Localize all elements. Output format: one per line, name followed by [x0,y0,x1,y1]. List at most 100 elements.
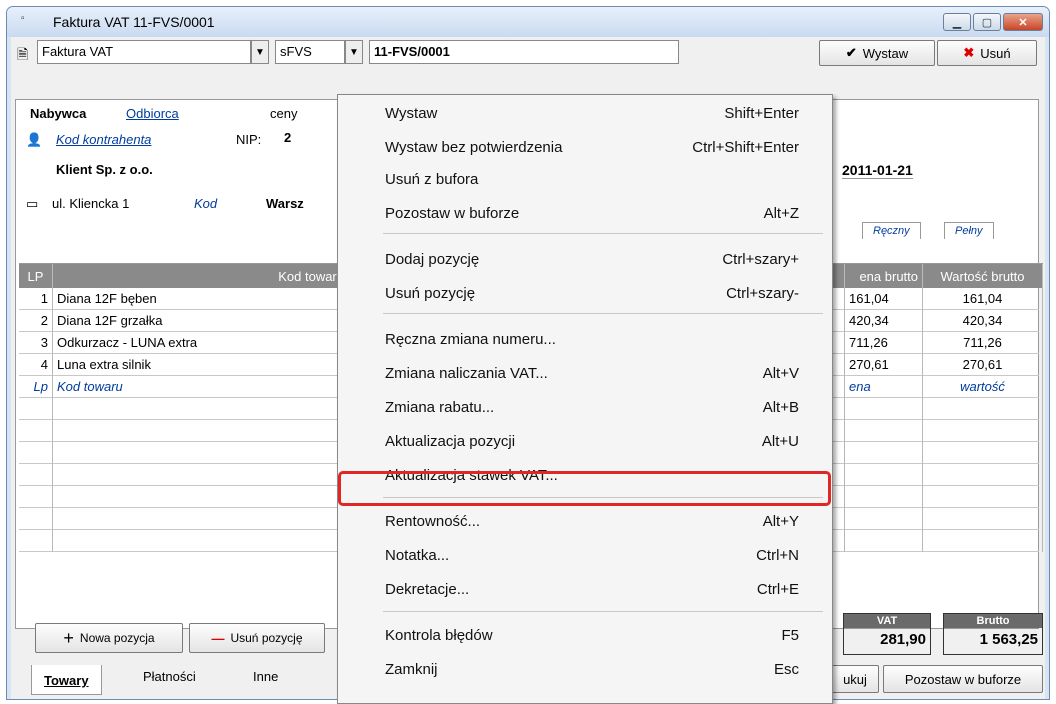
cell-value: 420,34 [923,310,1043,332]
col-header-value[interactable]: Wartość brutto [923,264,1043,288]
close-icon[interactable]: ✕ [1003,13,1043,31]
col-header-lp[interactable]: LP [19,264,53,288]
tab-buyer[interactable]: Nabywca [30,106,86,121]
series-select[interactable]: sFVS [275,40,345,64]
cell-code: Diana 12F bęben [53,288,353,310]
cell-price [845,442,923,464]
tab-payments[interactable]: Płatności [131,661,208,691]
menu-item[interactable]: Pozostaw w buforze Alt+Z [338,197,832,231]
cell-code [53,420,353,442]
menu-item[interactable]: Dekretacje... Ctrl+E [338,573,832,607]
cell-price [845,530,923,552]
menu-item-shortcut: Esc [773,661,799,678]
postcode-label: Kod [194,196,218,211]
cell-code: Diana 12F grzałka [53,310,353,332]
doc-type-select[interactable]: Faktura VAT [37,40,251,64]
menu-item-shortcut: Alt+Y [762,513,799,530]
city-field[interactable]: Warsz [266,196,304,211]
cell-value: 270,61 [923,354,1043,376]
cell-lp [19,442,53,464]
remove-item-button[interactable]: — Usuń pozycję [189,623,325,653]
minimize-icon[interactable]: ▁ [943,13,971,31]
menu-item[interactable]: Zmiana naliczania VAT... Alt+V [338,357,832,391]
cell-price [845,508,923,530]
keep-in-buffer-button[interactable]: Pozostaw w buforze [883,665,1043,693]
menu-item[interactable]: Rentowność... Alt+Y [338,505,832,539]
menu-item[interactable]: Wystaw Shift+Enter [338,97,832,131]
menu-item-shortcut: Ctrl+E [756,581,799,598]
cell-code [53,486,353,508]
tab-manual[interactable]: Ręczny [862,222,921,239]
tab-other[interactable]: Inne [241,661,290,691]
menu-item-label: Pozostaw w buforze [385,205,520,222]
menu-item-label: Ręczna zmiana numeru... [385,331,556,348]
cell-lp [19,398,53,420]
menu-item-shortcut: Alt+V [762,365,799,382]
tab-receiver[interactable]: Odbiorca [126,106,179,121]
menu-item-label: Aktualizacja pozycji [385,433,516,450]
cell-value: 161,04 [923,288,1043,310]
menu-item-label: Dodaj pozycję [385,251,480,268]
menu-item[interactable]: Wystaw bez potwierdzenia Ctrl+Shift+Enter [338,131,832,165]
address-icon: ▭ [26,196,39,211]
menu-item[interactable]: Aktualizacja pozycji Alt+U [338,425,832,459]
col-header-price[interactable]: ena brutto [845,264,923,288]
cell-code [53,530,353,552]
add-item-button[interactable]: + Nowa pozycja [35,623,183,653]
menu-item-shortcut: Ctrl+szary- [726,285,799,302]
cell-code [53,464,353,486]
issue-date[interactable]: 2011-01-21 [842,162,913,179]
menu-item[interactable]: Zamknij Esc [338,653,832,687]
address-field[interactable]: ul. Kliencka 1 [52,196,129,211]
cell-value [923,398,1043,420]
gross-total: Brutto 1 563,25 [943,613,1043,655]
cell-price: 270,61 [845,354,923,376]
tab-full[interactable]: Pełny [944,222,994,239]
menu-item[interactable]: Zmiana rabatu... Alt+B [338,391,832,425]
cell-value [923,420,1043,442]
cross-icon: ✖ [963,45,975,60]
menu-separator [383,611,823,612]
tab-goods[interactable]: Towary [31,665,102,695]
title-bar: ▫ Faktura VAT 11-FVS/0001 ▁ ▢ ✕ [7,7,1049,37]
delete-button[interactable]: ✖ Usuń [937,40,1037,66]
print-button[interactable]: ukuj [831,665,879,693]
menu-item-label: Zmiana naliczania VAT... [385,365,548,382]
menu-item-shortcut: Alt+U [761,433,799,450]
cell-price [845,398,923,420]
menu-item-label: Zamknij [385,661,438,678]
tab-prices[interactable]: ceny [270,106,297,121]
menu-item[interactable]: Kontrola błędów F5 [338,619,832,653]
cell-code: Odkurzacz - LUNA extra [53,332,353,354]
cell-price: 420,34 [845,310,923,332]
cell-value [923,486,1043,508]
menu-item[interactable]: Notatka... Ctrl+N [338,539,832,573]
chevron-down-icon[interactable]: ▼ [345,40,363,64]
menu-item-label: Notatka... [385,547,450,564]
app-icon: ▫ [21,13,25,24]
cell-price [845,420,923,442]
menu-item[interactable]: Usuń z bufora [338,163,832,197]
menu-item[interactable]: Ręczna zmiana numeru... [338,323,832,357]
check-icon: ✔ [845,45,857,60]
cell-lp: 4 [19,354,53,376]
menu-item-shortcut: Alt+Z [763,205,799,222]
cell-code: Luna extra silnik [53,354,353,376]
menu-item-label: Wystaw bez potwierdzenia [385,139,563,156]
cell-lp: 2 [19,310,53,332]
menu-item-shortcut: F5 [781,627,799,644]
chevron-down-icon[interactable]: ▼ [251,40,269,64]
contractor-code-link[interactable]: Kod kontrahenta [56,132,151,147]
maximize-icon[interactable]: ▢ [973,13,1001,31]
menu-item[interactable]: Usuń pozycję Ctrl+szary- [338,277,832,311]
cell-code [53,508,353,530]
cell-price: 711,26 [845,332,923,354]
cell-lp [19,420,53,442]
menu-item-shortcut: Alt+B [762,399,799,416]
context-menu: Wystaw Shift+Enter Wystaw bez potwierdzeni… [337,94,833,704]
number-field[interactable]: 11-FVS/0001 [369,40,679,64]
menu-item[interactable]: Dodaj pozycję Ctrl+szary+ [338,243,832,277]
cell-value [923,530,1043,552]
col-header-code[interactable]: Kod towaru [53,264,353,288]
issue-button[interactable]: ✔ Wystaw [819,40,935,66]
